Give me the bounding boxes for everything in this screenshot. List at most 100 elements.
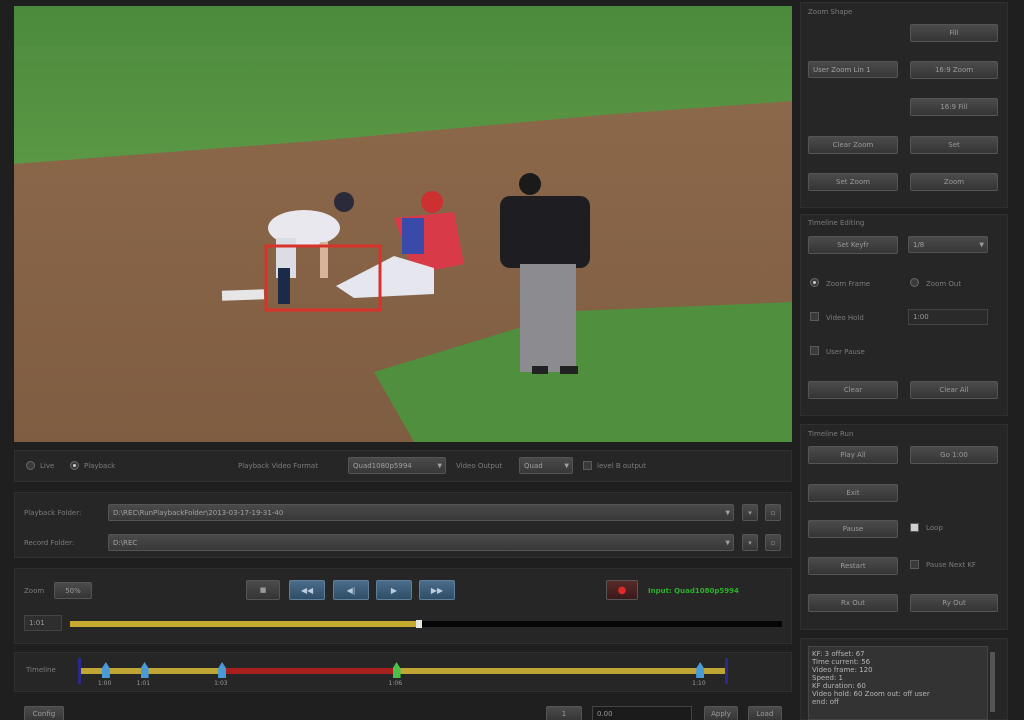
apply-label: Apply [711,710,731,718]
chevron-down-icon: ▼ [725,509,730,516]
progress-fill [70,621,419,627]
input-status: Input: Quad1080p5994 [648,587,739,595]
user-pause-label: User Pause [826,348,865,356]
stop-icon: ■ [259,586,267,594]
live-radio[interactable] [26,461,35,470]
playback-folder-path: D:\REC\RunPlaybackFolder\2013-03-17-19-3… [113,508,284,517]
video-viewport[interactable] [14,6,792,442]
zoom-16-9-label: 16:9 Zoom [934,66,974,74]
record-folder-browse-button[interactable]: ▾ [742,534,758,551]
playback-label: Playback [84,462,116,470]
ellipsis-icon: ▾ [748,538,752,547]
hold-value-field[interactable]: 1:00 [908,309,988,325]
zoom-frame-radio[interactable] [810,278,819,287]
folder-icon: ▫ [770,538,776,547]
restart-button[interactable]: Restart [808,557,898,575]
record-icon: ● [617,584,627,596]
timecode-field: 1:01 [24,615,62,631]
timeline-label: Timeline [26,666,56,674]
clear-all-button[interactable]: Clear All [910,381,998,399]
record-folder-field[interactable]: D:\REC ▼ [108,534,734,551]
clear-button[interactable]: Clear [808,381,898,399]
go-button[interactable]: Go 1:00 [910,446,998,464]
pause-next-kf-checkbox[interactable] [910,560,919,569]
pause-button[interactable]: Pause [808,520,898,538]
loop-checkbox[interactable] [910,523,919,532]
play-button[interactable]: ▶ [376,580,412,600]
restart-label: Restart [840,562,866,570]
format-label: Playback Video Format [238,462,318,470]
zoom-value-button[interactable]: 50% [54,582,92,599]
level-b-label: level B output [597,462,646,470]
zoom-line-dropdown[interactable]: User Zoom Lin 1 [808,61,898,78]
zoom-16-9-button[interactable]: 16:9 Zoom [910,61,998,79]
bottom-value-field[interactable]: 0.00 [592,706,692,720]
chevron-down-icon: ▼ [725,539,730,546]
progress-track[interactable] [70,620,782,628]
keyframe-label: 1:06 [388,680,403,687]
progress-handle[interactable] [415,620,422,628]
rewind-button[interactable]: ◀◀ [289,580,325,600]
zoom-button[interactable]: Zoom [910,173,998,191]
exit-button[interactable]: Exit [808,484,898,502]
keyframe-label: 1:10 [692,680,706,687]
apply-button[interactable]: Apply [704,706,738,720]
set-keyframe-label: Set Keyfr [837,241,869,249]
playback-folder-browse-button[interactable]: ▾ [742,504,758,521]
keyframe-marker[interactable] [140,662,149,678]
zoom-label: Zoom [24,587,45,595]
zoom-frame-label: Zoom Frame [826,280,871,288]
user-pause-checkbox[interactable] [810,346,819,355]
timeline-track[interactable]: 1:00 1:01 1:03 1:06 1:10 [78,654,728,690]
log-scrollbar[interactable] [990,652,995,712]
pause-next-kf-label: Pause Next KF [926,561,976,569]
set-keyframe-button[interactable]: Set Keyfr [808,236,898,254]
rx-out-label: Rx Out [841,599,865,607]
exit-label: Exit [846,489,860,497]
set-zoom-button[interactable]: Set Zoom [808,173,898,191]
config-button[interactable]: Config [24,706,64,720]
level-b-checkbox[interactable] [583,461,592,470]
zoom-out-radio[interactable] [910,278,919,287]
fast-forward-button[interactable]: ▶▶ [419,580,455,600]
speed-dropdown[interactable]: 1/8 ▼ [908,236,988,253]
timeline-start-bracket [78,658,81,684]
load-button[interactable]: Load [748,706,782,720]
keyframe-marker[interactable] [101,662,110,678]
record-folder-open-button[interactable]: ▫ [765,534,781,551]
fill-button[interactable]: Fill [910,24,998,42]
timeline-line [80,668,726,674]
record-button[interactable]: ● [606,580,638,600]
stop-button[interactable]: ■ [246,580,280,600]
keyframe-marker[interactable] [392,662,401,678]
ry-out-button[interactable]: Ry Out [910,594,998,612]
set-label: Set [948,141,960,149]
chevron-down-icon: ▼ [564,462,569,469]
keyframe-marker[interactable] [218,662,227,678]
folder-icon: ▫ [770,508,776,517]
keyframe-marker[interactable] [696,662,705,678]
set-button[interactable]: Set [910,136,998,154]
playback-folder-open-button[interactable]: ▫ [765,504,781,521]
fill-label: Fill [949,29,959,37]
format-dropdown[interactable]: Quad1080p5994 ▼ [348,457,446,474]
keyframe-label: 1:01 [136,680,151,687]
zoom-shape-title: Zoom Shape [808,8,853,16]
log-line: Video hold: 60 Zoom out: off user [812,690,930,698]
play-all-label: Play All [840,451,866,459]
play-all-button[interactable]: Play All [808,446,898,464]
hold-value: 1:00 [913,313,929,321]
playback-radio[interactable] [70,461,79,470]
playback-folder-field[interactable]: D:\REC\RunPlaybackFolder\2013-03-17-19-3… [108,504,734,521]
rx-out-button[interactable]: Rx Out [808,594,898,612]
log-line: end: off [812,698,839,706]
log-line: Speed: 1 [812,674,843,682]
video-hold-checkbox[interactable] [810,312,819,321]
output-value: Quad [524,461,543,470]
fill-16-9-button[interactable]: 16:9 Fill [910,98,998,116]
output-dropdown[interactable]: Quad ▼ [519,457,573,474]
step-back-button[interactable]: ◀| [333,580,369,600]
page-field[interactable]: 1 [546,706,582,720]
chevron-down-icon: ▼ [979,241,984,248]
clear-zoom-button[interactable]: Clear Zoom [808,136,898,154]
